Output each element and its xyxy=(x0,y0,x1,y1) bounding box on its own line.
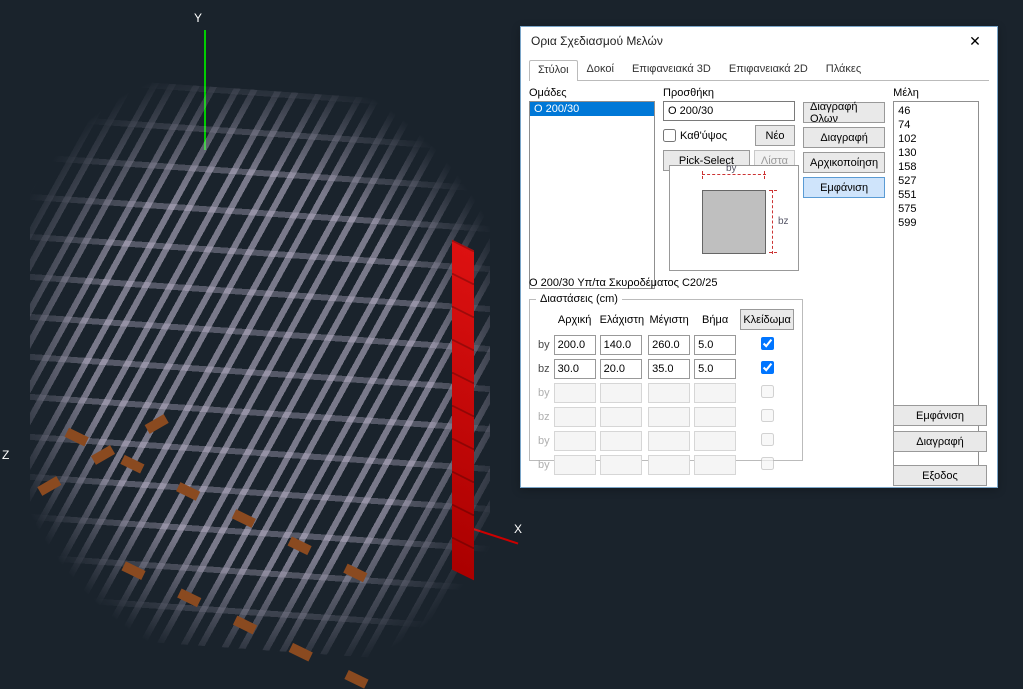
member-item[interactable]: 551 xyxy=(898,188,974,202)
exit-button[interactable]: Εξοδος xyxy=(893,465,987,486)
dim-header-min: Ελάχιστη xyxy=(598,309,647,333)
per-height-checkbox[interactable] xyxy=(663,129,676,142)
dim-header-initial: Αρχική xyxy=(552,309,598,333)
dim-lock-disabled xyxy=(761,409,774,422)
dim-input-disabled xyxy=(648,455,690,475)
dim-input-disabled xyxy=(554,407,596,427)
axis-y-label: Y xyxy=(194,11,202,25)
dim-row-disabled: bz xyxy=(536,405,796,429)
add-label: Προσθήκη xyxy=(663,87,795,99)
member-item[interactable]: 74 xyxy=(898,118,974,132)
dim-input-disabled xyxy=(600,407,642,427)
dim-input-disabled xyxy=(648,431,690,451)
new-button[interactable]: Νέο xyxy=(755,125,795,146)
dimensions-fieldset: Διαστάσεις (cm) Αρχική Ελάχιστη Μέγιστη … xyxy=(529,293,803,461)
by-min-input[interactable] xyxy=(600,335,642,355)
member-item[interactable]: 158 xyxy=(898,160,974,174)
dim-input-disabled xyxy=(600,431,642,451)
tab-surface-2d[interactable]: Επιφανειακά 2D xyxy=(720,59,817,80)
dim-input-disabled xyxy=(600,455,642,475)
preview-dim-by: by xyxy=(702,174,766,175)
bz-lock-checkbox[interactable] xyxy=(761,361,774,374)
dim-row-disabled: by xyxy=(536,381,796,405)
dim-input-disabled xyxy=(554,431,596,451)
dim-input-disabled xyxy=(554,383,596,403)
dialog-title: Ορια Σχεδιασμού Μελών xyxy=(531,34,663,48)
dim-input-disabled xyxy=(694,383,736,403)
show-button[interactable]: Εμφάνιση xyxy=(803,177,885,198)
group-description: O 200/30 Υπ/τα Σκυροδέματος C20/25 xyxy=(529,277,717,289)
dim-input-disabled xyxy=(600,383,642,403)
dim-input-disabled xyxy=(694,455,736,475)
dim-header-max: Μέγιστη xyxy=(646,309,692,333)
members-show-button[interactable]: Εμφάνιση xyxy=(893,405,987,426)
dim-input-disabled xyxy=(554,455,596,475)
bz-min-input[interactable] xyxy=(600,359,642,379)
members-label: Μέλη xyxy=(893,87,979,99)
members-delete-button[interactable]: Διαγραφή xyxy=(893,431,987,452)
bz-initial-input[interactable] xyxy=(554,359,596,379)
lock-header-button[interactable]: Κλείδωμα xyxy=(740,309,794,330)
bz-step-input[interactable] xyxy=(694,359,736,379)
selected-wall-highlight xyxy=(452,240,474,581)
reset-button[interactable]: Αρχικοποίηση xyxy=(803,152,885,173)
design-limits-dialog: Ορια Σχεδιασμού Μελών ✕ Στύλοι Δοκοί Επι… xyxy=(520,26,998,488)
dim-row-bz: bz xyxy=(536,357,796,381)
dim-lock-disabled xyxy=(761,433,774,446)
bz-max-input[interactable] xyxy=(648,359,690,379)
by-step-input[interactable] xyxy=(694,335,736,355)
dim-row-disabled: by xyxy=(536,429,796,453)
tab-beams[interactable]: Δοκοί xyxy=(578,59,623,80)
groups-list[interactable]: O 200/30 xyxy=(529,101,655,289)
tab-surface-3d[interactable]: Επιφανειακά 3D xyxy=(623,59,720,80)
add-input[interactable] xyxy=(663,101,795,121)
dim-input-disabled xyxy=(694,407,736,427)
member-item[interactable]: 575 xyxy=(898,202,974,216)
delete-all-button[interactable]: Διαγραφή Ολων xyxy=(803,102,885,123)
dim-lock-disabled xyxy=(761,385,774,398)
building-model xyxy=(10,60,520,680)
tab-columns[interactable]: Στύλοι xyxy=(529,60,578,81)
dim-header-step: Βήμα xyxy=(692,309,738,333)
by-initial-input[interactable] xyxy=(554,335,596,355)
dim-row-disabled: by xyxy=(536,453,796,477)
groups-label: Ομάδες xyxy=(529,87,655,99)
close-button[interactable]: ✕ xyxy=(959,30,991,52)
dim-input-disabled xyxy=(648,407,690,427)
member-item[interactable]: 102 xyxy=(898,132,974,146)
by-max-input[interactable] xyxy=(648,335,690,355)
member-item[interactable]: 46 xyxy=(898,104,974,118)
tab-strip: Στύλοι Δοκοί Επιφανειακά 3D Επιφανειακά … xyxy=(529,59,989,81)
preview-dim-bz: bz xyxy=(772,190,773,254)
axis-z-label: Z xyxy=(2,448,9,462)
member-item[interactable]: 599 xyxy=(898,216,974,230)
per-height-label: Καθ'ύψος xyxy=(680,130,727,142)
tab-slabs[interactable]: Πλάκες xyxy=(817,59,870,80)
model-viewport[interactable]: Y X Z xyxy=(0,0,540,678)
preview-rectangle xyxy=(702,190,766,254)
delete-button[interactable]: Διαγραφή xyxy=(803,127,885,148)
dim-lock-disabled xyxy=(761,457,774,470)
by-lock-checkbox[interactable] xyxy=(761,337,774,350)
dim-input-disabled xyxy=(694,431,736,451)
member-item[interactable]: 130 xyxy=(898,146,974,160)
dim-input-disabled xyxy=(648,383,690,403)
dimensions-legend: Διαστάσεις (cm) xyxy=(536,293,622,305)
member-item[interactable]: 527 xyxy=(898,174,974,188)
dialog-titlebar[interactable]: Ορια Σχεδιασμού Μελών ✕ xyxy=(521,27,997,55)
section-preview: by bz xyxy=(669,165,799,271)
close-icon: ✕ xyxy=(969,33,981,50)
group-item[interactable]: O 200/30 xyxy=(530,102,654,116)
dim-row-by: by xyxy=(536,333,796,357)
